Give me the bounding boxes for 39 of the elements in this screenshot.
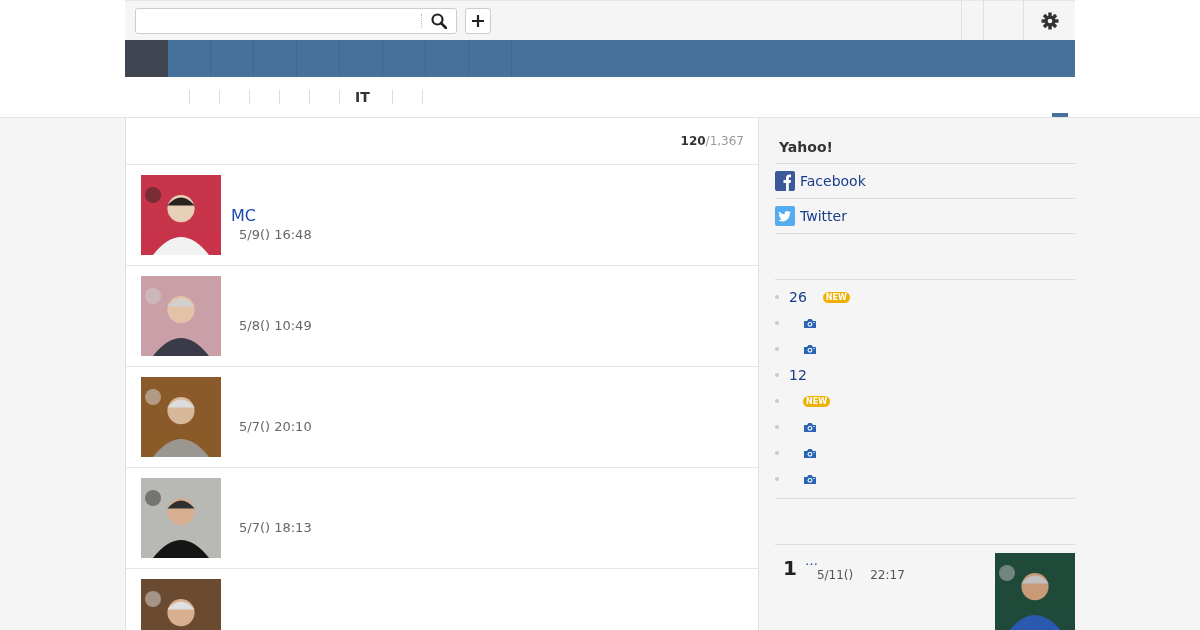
topic-link[interactable]: 26 bbox=[789, 289, 807, 305]
topic-link[interactable]: 12 bbox=[789, 367, 807, 383]
camera-icon[interactable] bbox=[803, 421, 817, 433]
ranking-title[interactable]: … bbox=[804, 553, 995, 568]
new-badge: NEW bbox=[822, 291, 850, 303]
plus-icon bbox=[472, 14, 484, 27]
camera-icon[interactable] bbox=[803, 317, 817, 329]
bullet-icon bbox=[775, 425, 779, 429]
share-link[interactable]: Twitter bbox=[800, 208, 847, 224]
bullet-icon bbox=[775, 399, 779, 403]
add-button[interactable] bbox=[465, 7, 491, 34]
search-field[interactable] bbox=[135, 7, 457, 34]
ranking-date: 5/11() bbox=[816, 568, 854, 582]
bullet-icon bbox=[775, 373, 779, 377]
tab-marker bbox=[1052, 113, 1068, 117]
ranking-time: 22:17 bbox=[870, 568, 905, 582]
article-date: 5/9() 16:48 bbox=[238, 227, 312, 242]
new-badge: NEW bbox=[803, 395, 830, 407]
bullet-icon bbox=[775, 347, 779, 351]
settings-icon[interactable] bbox=[1040, 11, 1059, 30]
bullet-icon bbox=[775, 321, 779, 325]
facebook-icon[interactable] bbox=[775, 171, 795, 191]
article-date: 5/7() 20:10 bbox=[238, 418, 312, 434]
rank-number: 1 bbox=[783, 555, 797, 582]
bullet-icon bbox=[775, 451, 779, 455]
bullet-icon bbox=[775, 477, 779, 481]
category-link[interactable]: IT bbox=[339, 90, 392, 104]
article-title[interactable]: MC bbox=[231, 206, 312, 225]
camera-icon[interactable] bbox=[803, 343, 817, 355]
share-link[interactable]: Facebook bbox=[800, 173, 866, 189]
share-heading: Yahoo! bbox=[775, 139, 1075, 164]
article-count: 120/1,367 bbox=[680, 134, 744, 148]
search-icon[interactable] bbox=[431, 12, 447, 29]
camera-icon[interactable] bbox=[803, 473, 817, 485]
camera-icon[interactable] bbox=[803, 447, 817, 459]
twitter-icon[interactable] bbox=[775, 206, 795, 226]
article-date: 5/8() 10:49 bbox=[238, 317, 312, 333]
bullet-icon bbox=[775, 295, 779, 299]
article-date: 5/7() 18:13 bbox=[238, 519, 312, 535]
